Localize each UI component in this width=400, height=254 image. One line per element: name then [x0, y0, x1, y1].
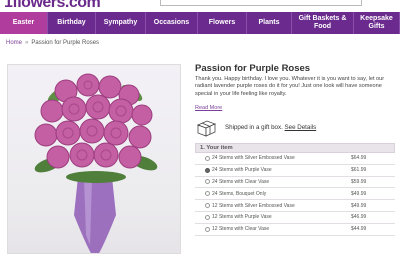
main-nav: Easter Birthday Sympathy Occasions Flowe… [0, 12, 400, 34]
nav-item-plants[interactable]: Plants [247, 12, 292, 34]
breadcrumb-current: Passion for Purple Roses [31, 40, 100, 46]
option-label: 24 Stems with Purple Vase [212, 167, 272, 174]
radio-button[interactable] [205, 167, 210, 173]
breadcrumb-home[interactable]: Home [6, 40, 22, 46]
option-label: 24 Stems with Clear Vase [212, 178, 270, 185]
nav-item-gift-baskets[interactable]: Gift Baskets & Food [292, 12, 354, 34]
read-more-link[interactable]: Read More [195, 105, 222, 111]
option-price: $59.99 [351, 178, 367, 185]
option-row[interactable]: 24 Stems with Clear Vase $59.99 [195, 177, 395, 189]
option-label: 12 Stems with Silver Embossed Vase [212, 202, 295, 209]
nav-item-birthday[interactable]: Birthday [48, 12, 96, 34]
option-price: $46.99 [351, 214, 367, 221]
option-row[interactable]: 12 Stems with Purple Vase $46.99 [195, 212, 395, 224]
option-row[interactable]: 24 Stems, Bouquet Only $49.99 [195, 188, 395, 201]
option-row[interactable]: 12 Stems with Silver Embossed Vase $49.9… [195, 200, 395, 212]
option-label: 12 Stems with Purple Vase [212, 214, 272, 221]
your-item-section-header: 1. Your item [195, 143, 395, 153]
nav-item-sympathy[interactable]: Sympathy [96, 12, 146, 34]
option-row[interactable]: 24 Stems with Purple Vase $61.99 [195, 165, 395, 177]
radio-button[interactable] [205, 191, 210, 197]
top-bar: 1flowers.com [0, 0, 400, 11]
gift-box-icon [196, 120, 217, 137]
nav-item-occasions[interactable]: Occasions [146, 12, 198, 34]
option-price: $49.99 [351, 190, 367, 197]
radio-button[interactable] [205, 214, 210, 220]
shipping-info: Shipped in a gift box. See Details [225, 124, 316, 131]
product-description: Thank you. Happy birthday. I love you. W… [195, 76, 385, 97]
option-label: 24 Stems with Silver Embossed Vase [212, 155, 295, 162]
product-image [7, 64, 181, 254]
nav-item-keepsake-gifts[interactable]: Keepsake Gifts [354, 12, 400, 34]
size-options-list: 24 Stems with Silver Embossed Vase $64.9… [195, 153, 395, 236]
radio-button[interactable] [205, 155, 210, 161]
option-price: $61.99 [351, 167, 367, 174]
radio-button[interactable] [205, 179, 210, 185]
option-label: 24 Stems, Bouquet Only [212, 190, 267, 197]
breadcrumb-separator: » [25, 40, 29, 46]
option-row[interactable]: 12 Stems with Clear Vase $44.99 [195, 224, 395, 236]
option-price: $64.99 [351, 155, 367, 162]
shipping-text: Shipped in a gift box. [225, 124, 283, 131]
site-logo[interactable]: 1flowers.com [4, 0, 101, 12]
breadcrumb: Home» Passion for Purple Roses [6, 40, 99, 46]
product-title: Passion for Purple Roses [195, 63, 311, 74]
see-details-link[interactable]: See Details [285, 124, 317, 131]
option-price: $44.99 [351, 226, 367, 233]
option-label: 12 Stems with Clear Vase [212, 226, 270, 233]
radio-button[interactable] [205, 226, 210, 232]
nav-item-easter[interactable]: Easter [0, 12, 48, 34]
nav-item-flowers[interactable]: Flowers [198, 12, 247, 34]
purple-roses-illustration [34, 73, 158, 253]
radio-button[interactable] [205, 203, 210, 209]
search-input[interactable] [160, 0, 362, 6]
option-row[interactable]: 24 Stems with Silver Embossed Vase $64.9… [195, 153, 395, 165]
option-price: $49.99 [351, 202, 367, 209]
